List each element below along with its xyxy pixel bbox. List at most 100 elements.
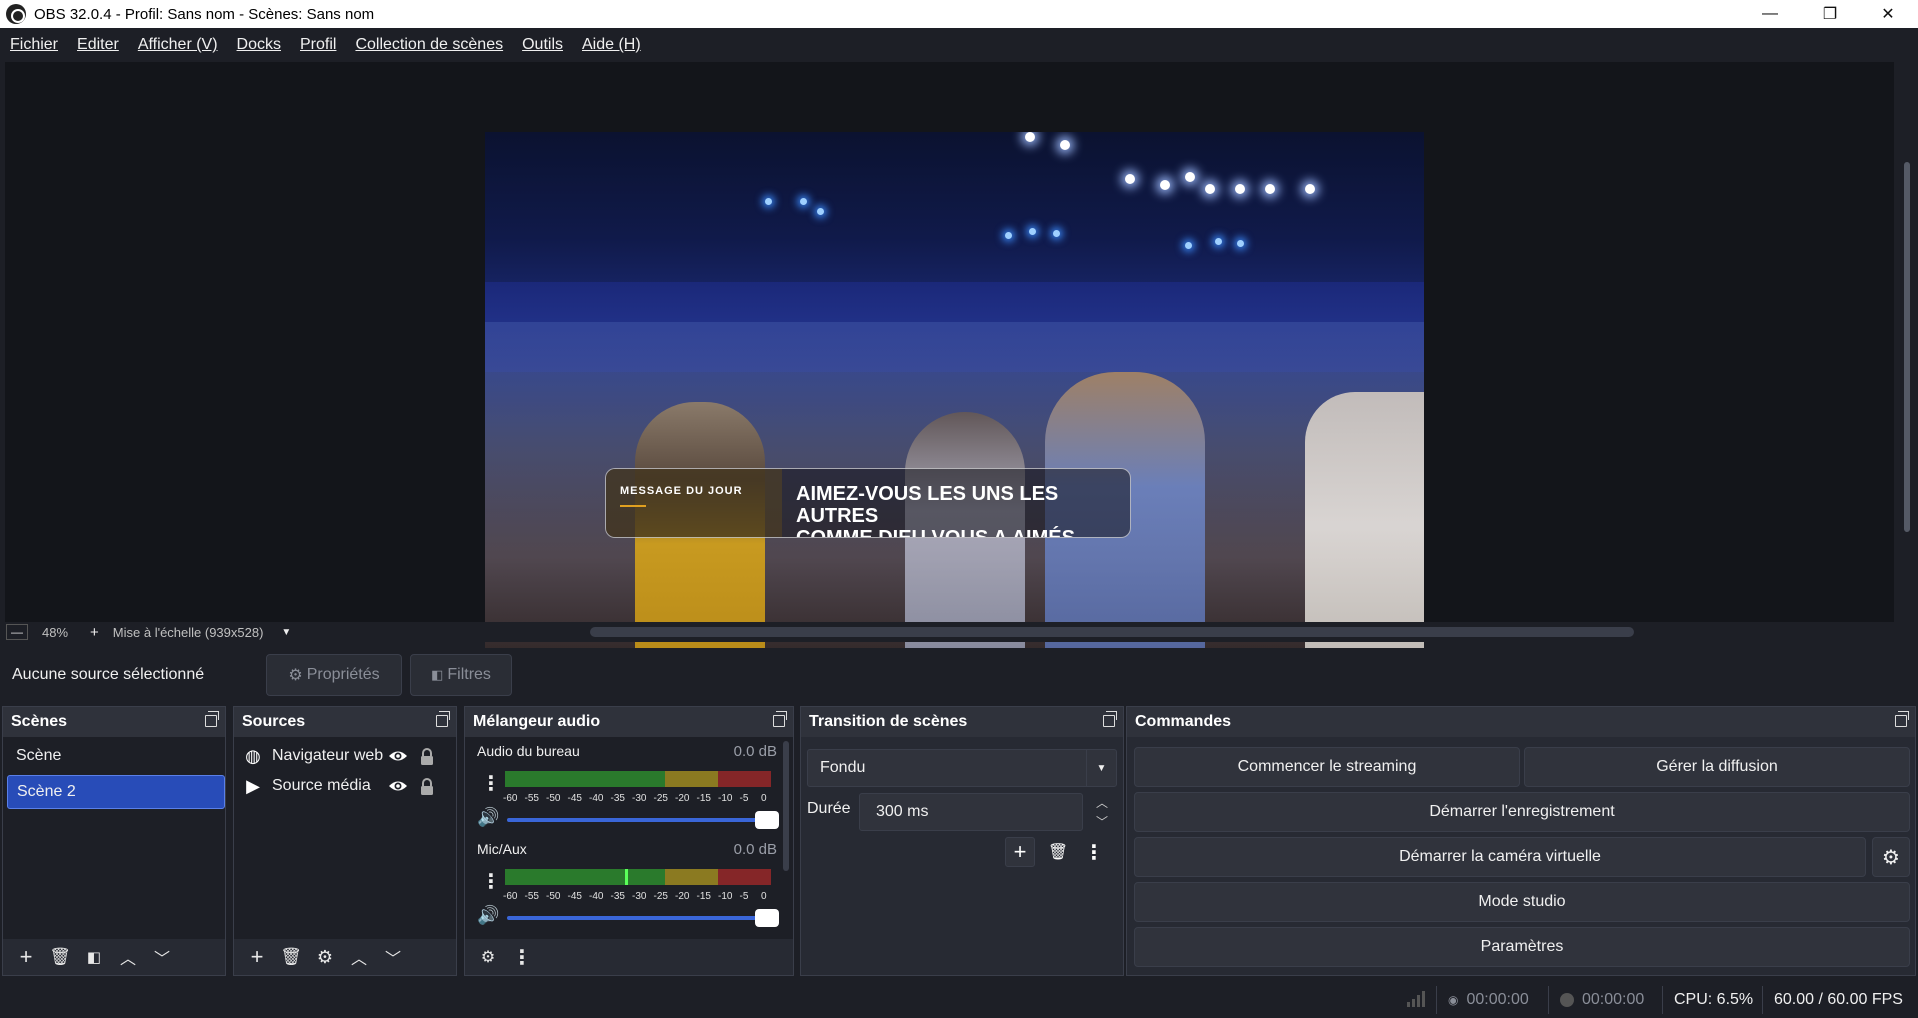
channel-menu-button[interactable]: ⋮ (481, 773, 501, 795)
zoom-in-button[interactable]: + (90, 624, 99, 641)
context-bar: Aucune source sélectionné ⚙ Propriétés ◧… (0, 648, 1918, 704)
properties-button[interactable]: ⚙ Propriétés (266, 654, 402, 696)
start-virtual-camera-button[interactable]: Démarrer la caméra virtuelle (1134, 837, 1866, 877)
settings-button[interactable]: Paramètres (1134, 927, 1910, 967)
properties-label: Propriétés (306, 666, 380, 683)
source-item[interactable]: ◍ Navigateur web (242, 739, 462, 773)
stream-time: 00:00:00 (1466, 991, 1529, 1008)
close-button[interactable]: ✕ (1858, 0, 1918, 28)
obs-logo-icon (6, 4, 26, 24)
add-source-button[interactable]: + (240, 942, 274, 972)
preview-canvas[interactable]: MESSAGE DU JOUR AIMEZ-VOUS LES UNS LES A… (485, 132, 1424, 660)
scale-mode-label[interactable]: Mise à l'échelle (939x528) (113, 625, 264, 640)
window-title: OBS 32.0.4 - Profil: Sans nom - Scènes: … (34, 5, 375, 23)
volume-slider[interactable] (507, 916, 757, 920)
transition-menu-button[interactable]: ⋮ (1079, 837, 1109, 867)
title-bar: OBS 32.0.4 - Profil: Sans nom - Scènes: … (0, 0, 1918, 28)
meter-tick-label: -60 (503, 793, 518, 804)
stage-light (1215, 238, 1222, 245)
mixer-menu-button[interactable]: ⋮ (505, 942, 539, 972)
menu-docks[interactable]: Docks (231, 36, 287, 54)
scene-item-selected[interactable]: Scène 2 (7, 775, 225, 809)
stage-light (1185, 242, 1192, 249)
restore-button[interactable]: ❐ (1800, 0, 1860, 28)
dropdown-arrow-icon[interactable]: ▼ (1086, 750, 1116, 786)
scenes-list: Scène Scène 2 (3, 737, 225, 939)
minimize-button[interactable]: — (1740, 0, 1800, 28)
scene-item[interactable]: Scène (7, 739, 225, 773)
scale-dropdown-icon[interactable]: ▼ (281, 627, 291, 638)
status-separator (1436, 986, 1437, 1014)
gear-icon: ⚙ (316, 946, 334, 967)
channel-db: 0.0 dB (733, 841, 777, 858)
menu-scene-collection[interactable]: Collection de scènes (349, 36, 509, 54)
meter-tick-label: -60 (503, 891, 518, 902)
duration-value: 300 ms (876, 803, 929, 820)
stage-light (1305, 184, 1315, 194)
preview-vertical-scrollbar[interactable] (1900, 62, 1914, 622)
volume-slider-handle[interactable] (755, 909, 779, 927)
start-recording-button[interactable]: Démarrer l'enregistrement (1134, 792, 1910, 832)
move-source-down-button[interactable]: ﹀ (376, 942, 410, 972)
volume-slider[interactable] (507, 818, 757, 822)
studio-mode-button[interactable]: Mode studio (1134, 882, 1910, 922)
gear-icon: ⚙ (1882, 846, 1900, 869)
undock-icon[interactable] (773, 711, 787, 727)
meter-tick-label: -10 (718, 891, 733, 902)
source-item[interactable]: ▶ Source média (242, 769, 462, 803)
manage-broadcast-button[interactable]: Gérer la diffusion (1524, 747, 1910, 787)
visibility-eye-icon[interactable] (384, 779, 412, 793)
speaker-icon[interactable]: 🔊 (477, 807, 501, 831)
visibility-eye-icon[interactable] (384, 749, 412, 763)
volume-slider-handle[interactable] (755, 811, 779, 829)
filters-button[interactable]: ◧ Filtres (410, 654, 512, 696)
undock-icon[interactable] (205, 711, 219, 727)
start-streaming-button[interactable]: Commencer le streaming (1134, 747, 1520, 787)
undock-icon[interactable] (1103, 711, 1117, 727)
channel-menu-button[interactable]: ⋮ (481, 871, 501, 893)
undock-icon[interactable] (1895, 711, 1909, 727)
remove-transition-button[interactable]: 🗑 (1043, 837, 1073, 867)
add-transition-button[interactable]: + (1005, 837, 1035, 867)
chevron-down-icon[interactable]: ﹀ (1087, 812, 1117, 831)
add-scene-button[interactable]: + (9, 942, 43, 972)
virtual-camera-settings-button[interactable]: ⚙ (1872, 837, 1910, 877)
speaker-icon[interactable]: 🔊 (477, 905, 501, 929)
transition-type-select[interactable]: Fondu ▼ (807, 749, 1117, 787)
lock-icon[interactable] (412, 777, 442, 795)
remove-source-button[interactable]: 🗑 (274, 942, 308, 972)
stage-light (1025, 132, 1035, 142)
channel-db: 0.0 dB (733, 743, 777, 760)
menu-edit[interactable]: Editer (71, 36, 125, 54)
preview-horizontal-scrollbar[interactable] (590, 627, 1634, 637)
controls-dock-header: Commandes (1127, 707, 1915, 737)
undock-icon[interactable] (436, 711, 450, 727)
remove-scene-button[interactable]: 🗑 (43, 942, 77, 972)
duration-stepper[interactable]: ︿ ﹀ (1087, 793, 1117, 831)
duration-input[interactable]: 300 ms (859, 793, 1083, 831)
menu-help[interactable]: Aide (H) (576, 36, 647, 54)
menu-file[interactable]: Fichier (4, 36, 64, 54)
advanced-audio-button[interactable]: ⚙ (471, 942, 505, 972)
stage-light (1235, 184, 1245, 194)
meter-tick-label: -40 (589, 891, 604, 902)
scrollbar-thumb[interactable] (1904, 162, 1910, 532)
stage-light (1029, 228, 1036, 235)
lower-third-line1: AIMEZ-VOUS LES UNS LES AUTRES (796, 483, 1059, 527)
chevron-up-icon[interactable]: ︿ (1087, 793, 1117, 812)
menu-view[interactable]: Afficher (V) (132, 36, 224, 54)
meter-ticks: -60 -55 -50 -45 -40 -35 -30 -25 -20 -15 -10 -5 0 (503, 791, 771, 805)
menu-tools[interactable]: Outils (516, 36, 569, 54)
move-scene-down-button[interactable]: ﹀ (145, 942, 179, 972)
lock-icon[interactable] (412, 747, 442, 765)
lower-third-tag-panel (606, 469, 782, 537)
mixer-scrollbar[interactable] (783, 741, 789, 871)
move-scene-up-button[interactable]: ︿ (111, 942, 145, 972)
source-properties-button[interactable]: ⚙ (308, 942, 342, 972)
menu-profile[interactable]: Profil (294, 36, 342, 54)
preview-area[interactable]: MESSAGE DU JOUR AIMEZ-VOUS LES UNS LES A… (5, 62, 1894, 660)
zoom-out-button[interactable]: — (6, 624, 28, 640)
move-source-up-button[interactable]: ︿ (342, 942, 376, 972)
scene-filters-button[interactable]: ◧ (77, 942, 111, 972)
scenes-dock-header: Scènes (3, 707, 225, 737)
